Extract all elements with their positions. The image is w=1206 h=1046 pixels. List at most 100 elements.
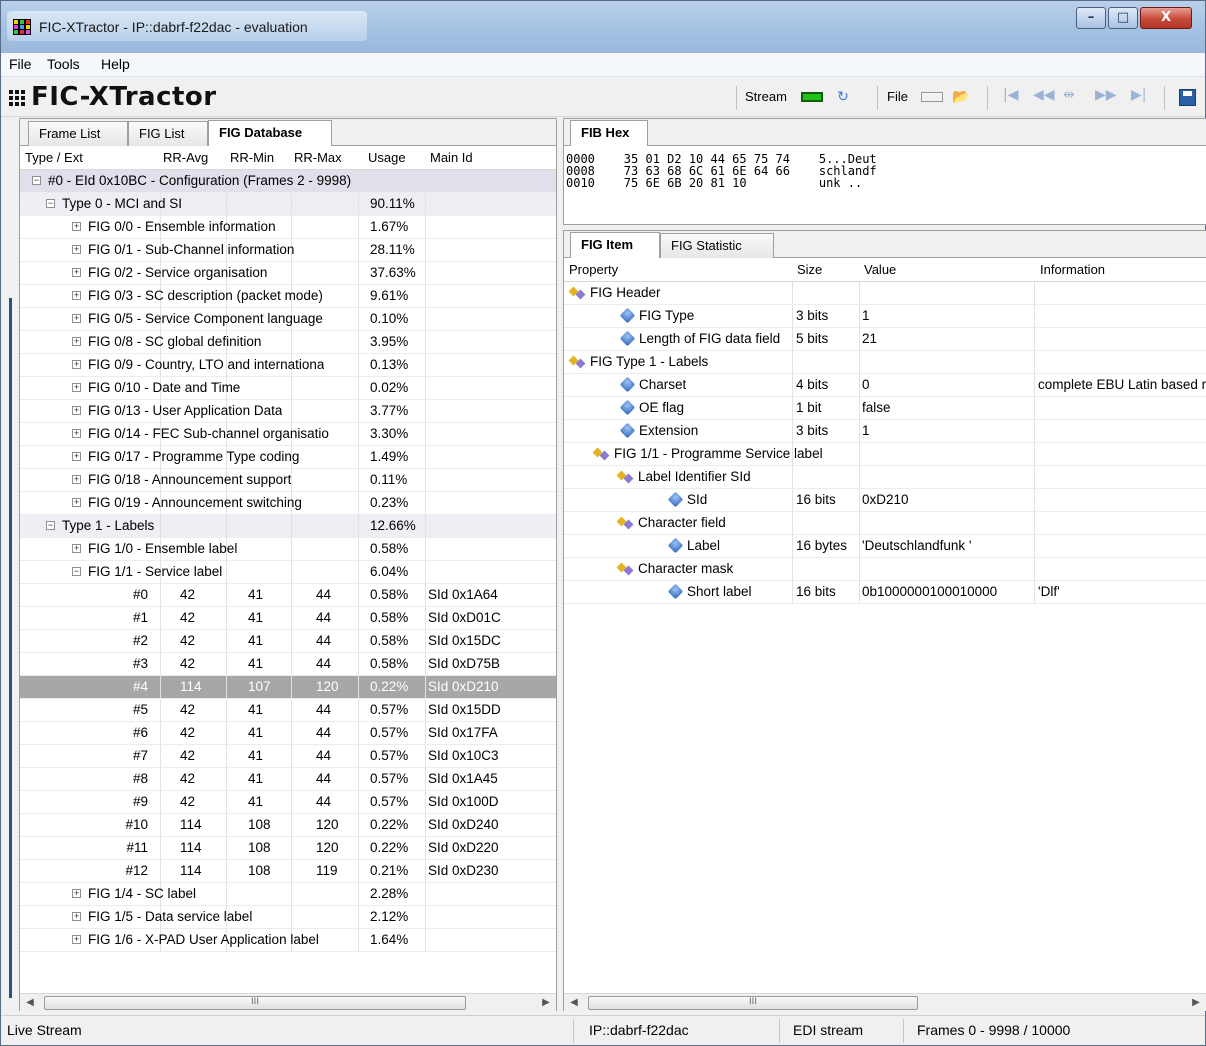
table-row[interactable]: + FIG 0/14 - FEC Sub-channel organisatio 3… <box>20 423 556 446</box>
expander-icon[interactable]: + <box>72 912 81 921</box>
table-row[interactable]: + FIG 1/4 - SC label 2.28% <box>20 883 556 906</box>
property-row[interactable]: Short label 16 bits 0b1000000100010000 'Dlf… <box>564 581 1206 604</box>
rewind-icon[interactable]: ◀◀ <box>1033 87 1055 103</box>
col-rr-max[interactable]: RR-Max <box>294 150 342 165</box>
tab-fig-database[interactable]: FIG Database <box>208 120 332 146</box>
expander-icon[interactable]: + <box>72 935 81 944</box>
table-row[interactable]: − Type 1 - Labels 12.66% <box>20 515 556 538</box>
maximize-button[interactable]: □ <box>1108 7 1138 29</box>
open-folder-icon[interactable]: 📂 <box>951 87 971 107</box>
tab-frame-list[interactable]: Frame List <box>28 121 128 146</box>
property-row[interactable]: Charset 4 bits 0 complete EBU Latin based r <box>564 374 1206 397</box>
table-row[interactable]: #2 42 41 44 0.58% SId 0x15DC <box>20 630 556 653</box>
expander-icon[interactable]: + <box>72 222 81 231</box>
table-row[interactable]: + FIG 0/9 - Country, LTO and internationa… <box>20 354 556 377</box>
menu-file[interactable]: File <box>9 56 32 72</box>
property-row[interactable]: FIG Type 1 - Labels <box>564 351 1206 374</box>
property-row[interactable]: FIG 1/1 - Programme Service label <box>564 443 1206 466</box>
expander-icon[interactable]: + <box>72 406 81 415</box>
col-rr-min[interactable]: RR-Min <box>230 150 274 165</box>
save-icon[interactable] <box>1179 89 1196 106</box>
col-value[interactable]: Value <box>864 262 896 277</box>
table-row[interactable]: − #0 - EId 0x10BC - Configuration (Frames… <box>20 170 556 193</box>
table-row[interactable]: #11 114 108 120 0.22% SId 0xD220 <box>20 837 556 860</box>
table-row[interactable]: #4 114 107 120 0.22% SId 0xD210 <box>20 676 556 699</box>
expander-icon[interactable]: + <box>72 429 81 438</box>
table-row[interactable]: − FIG 1/1 - Service label 6.04% <box>20 561 556 584</box>
tab-fib-hex[interactable]: FIB Hex <box>570 120 648 146</box>
col-size[interactable]: Size <box>797 262 822 277</box>
expander-icon[interactable]: + <box>72 544 81 553</box>
scroll-left-icon[interactable]: ◀ <box>566 995 582 1011</box>
tab-fig-item[interactable]: FIG Item <box>570 232 660 258</box>
expander-icon[interactable]: − <box>72 567 81 576</box>
tab-fig-list[interactable]: FIG List <box>128 121 208 146</box>
property-row[interactable]: Character mask <box>564 558 1206 581</box>
scroll-right-icon[interactable]: ▶ <box>1188 995 1204 1011</box>
menu-help[interactable]: Help <box>101 56 130 72</box>
last-icon[interactable]: ▶| <box>1131 87 1146 103</box>
forward-icon[interactable]: ▶▶ <box>1095 87 1117 103</box>
expander-icon[interactable]: − <box>32 176 41 185</box>
scroll-thumb[interactable]: III <box>588 996 918 1010</box>
property-row[interactable]: SId 16 bits 0xD210 <box>564 489 1206 512</box>
table-row[interactable]: #12 114 108 119 0.21% SId 0xD230 <box>20 860 556 883</box>
step-icon[interactable]: ⇹ <box>1063 87 1075 103</box>
table-row[interactable]: + FIG 0/10 - Date and Time 0.02% <box>20 377 556 400</box>
first-icon[interactable]: |◀ <box>1003 87 1018 103</box>
table-row[interactable]: + FIG 0/5 - Service Component language 0.1… <box>20 308 556 331</box>
table-row[interactable]: #8 42 41 44 0.57% SId 0x1A45 <box>20 768 556 791</box>
expander-icon[interactable]: + <box>72 452 81 461</box>
table-row[interactable]: + FIG 0/3 - SC description (packet mode) 9… <box>20 285 556 308</box>
table-row[interactable]: + FIG 0/8 - SC global definition 3.95% <box>20 331 556 354</box>
table-row[interactable]: #1 42 41 44 0.58% SId 0xD01C <box>20 607 556 630</box>
scroll-right-icon[interactable]: ▶ <box>538 995 554 1011</box>
table-row[interactable]: #9 42 41 44 0.57% SId 0x100D <box>20 791 556 814</box>
table-row[interactable]: + FIG 0/1 - Sub-Channel information 28.11% <box>20 239 556 262</box>
table-row[interactable]: − Type 0 - MCI and SI 90.11% <box>20 193 556 216</box>
property-row[interactable]: FIG Header <box>564 282 1206 305</box>
expander-icon[interactable]: + <box>72 268 81 277</box>
menu-tools[interactable]: Tools <box>47 56 80 72</box>
col-property[interactable]: Property <box>569 262 618 277</box>
property-row[interactable]: Character field <box>564 512 1206 535</box>
table-row[interactable]: #10 114 108 120 0.22% SId 0xD240 <box>20 814 556 837</box>
table-row[interactable]: #5 42 41 44 0.57% SId 0x15DD <box>20 699 556 722</box>
col-information[interactable]: Information <box>1040 262 1105 277</box>
expander-icon[interactable]: + <box>72 360 81 369</box>
close-button[interactable]: X <box>1140 7 1192 29</box>
table-row[interactable]: + FIG 0/18 - Announcement support 0.11% <box>20 469 556 492</box>
scroll-thumb[interactable]: III <box>44 996 466 1010</box>
table-row[interactable]: + FIG 1/0 - Ensemble label 0.58% <box>20 538 556 561</box>
expander-icon[interactable]: − <box>46 199 55 208</box>
table-row[interactable]: + FIG 0/0 - Ensemble information 1.67% <box>20 216 556 239</box>
left-horizontal-scrollbar[interactable]: ◀ III ▶ <box>20 993 556 1011</box>
table-row[interactable]: #7 42 41 44 0.57% SId 0x10C3 <box>20 745 556 768</box>
col-rr-avg[interactable]: RR-Avg <box>163 150 208 165</box>
right-horizontal-scrollbar[interactable]: ◀ III ▶ <box>564 993 1206 1011</box>
property-row[interactable]: Label 16 bytes 'Deutschlandfunk ' <box>564 535 1206 558</box>
col-usage[interactable]: Usage <box>368 150 406 165</box>
col-type-ext[interactable]: Type / Ext <box>25 150 83 165</box>
expander-icon[interactable]: + <box>72 314 81 323</box>
table-row[interactable]: #6 42 41 44 0.57% SId 0x17FA <box>20 722 556 745</box>
property-row[interactable]: Label Identifier SId <box>564 466 1206 489</box>
expander-icon[interactable]: + <box>72 291 81 300</box>
table-row[interactable]: + FIG 0/13 - User Application Data 3.77% <box>20 400 556 423</box>
table-row[interactable]: + FIG 1/5 - Data service label 2.12% <box>20 906 556 929</box>
tab-fig-statistic[interactable]: FIG Statistic <box>660 233 774 258</box>
expander-icon[interactable]: + <box>72 337 81 346</box>
table-row[interactable]: + FIG 1/6 - X-PAD User Application label 1… <box>20 929 556 952</box>
property-row[interactable]: OE flag 1 bit false <box>564 397 1206 420</box>
expander-icon[interactable]: − <box>46 521 55 530</box>
scroll-left-icon[interactable]: ◀ <box>22 995 38 1011</box>
refresh-icon[interactable]: ↻ <box>833 87 853 107</box>
minimize-button[interactable]: – <box>1076 7 1106 29</box>
table-row[interactable]: + FIG 0/19 - Announcement switching 0.23% <box>20 492 556 515</box>
table-row[interactable]: #0 42 41 44 0.58% SId 0x1A64 <box>20 584 556 607</box>
expander-icon[interactable]: + <box>72 475 81 484</box>
table-row[interactable]: + FIG 0/2 - Service organisation 37.63% <box>20 262 556 285</box>
table-row[interactable]: + FIG 0/17 - Programme Type coding 1.49% <box>20 446 556 469</box>
table-row[interactable]: #3 42 41 44 0.58% SId 0xD75B <box>20 653 556 676</box>
property-row[interactable]: FIG Type 3 bits 1 <box>564 305 1206 328</box>
